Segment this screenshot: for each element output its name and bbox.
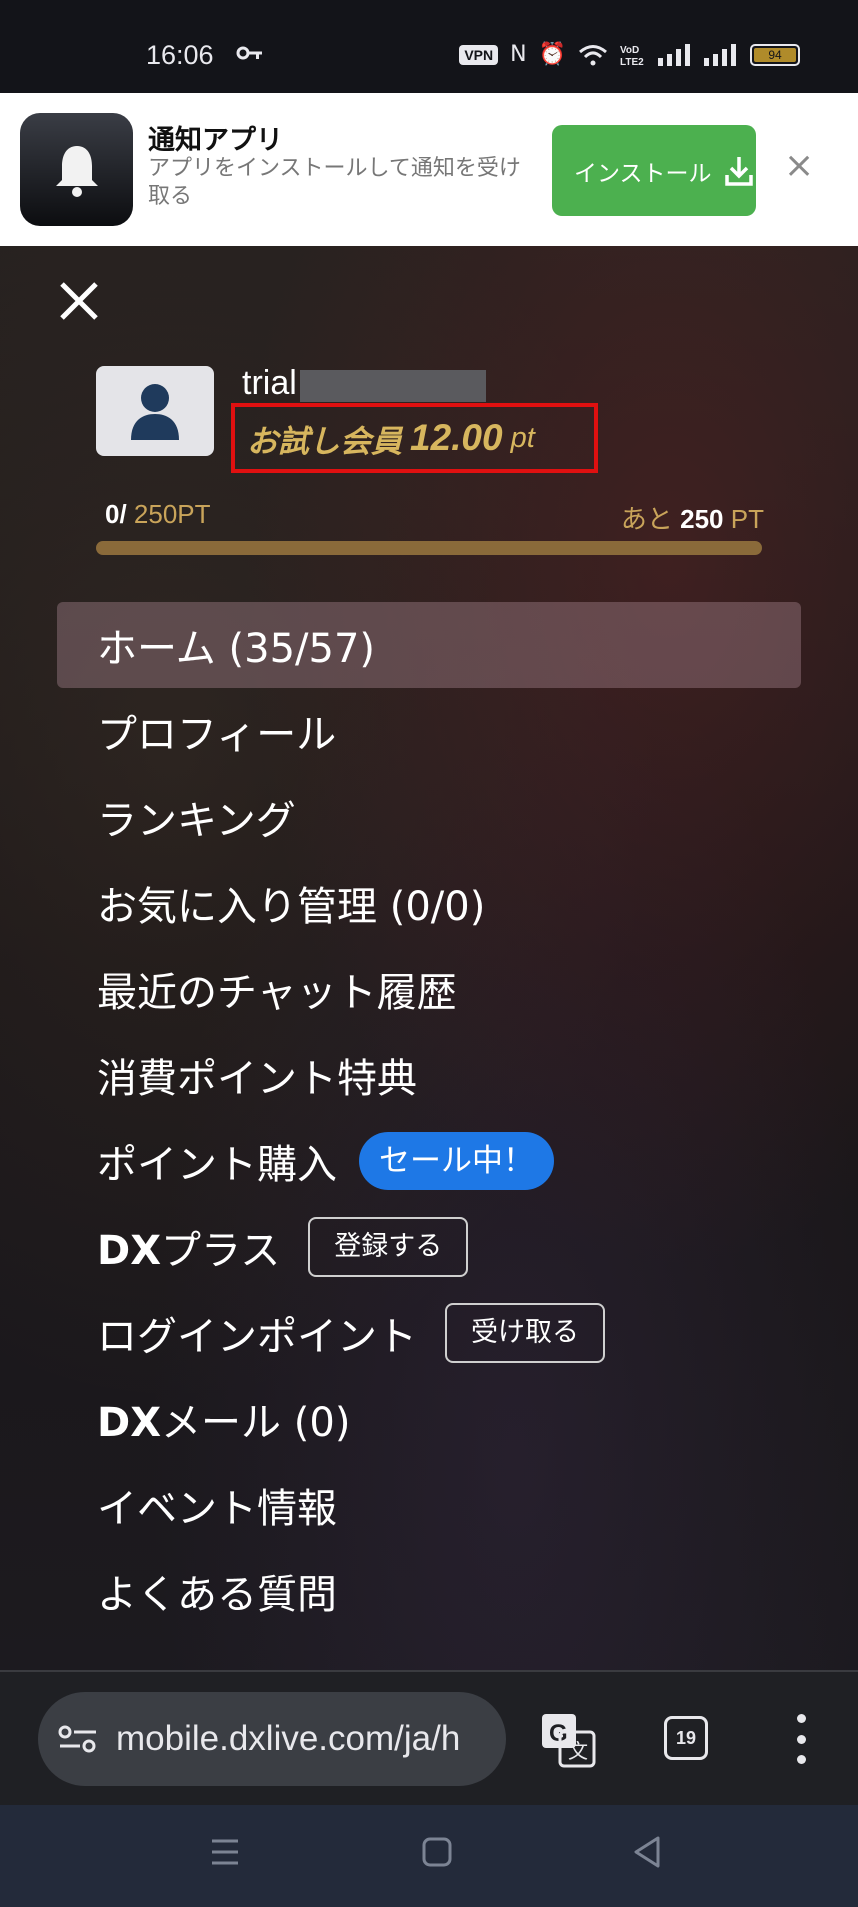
more-menu-button[interactable]: [790, 1714, 812, 1764]
dx-prefix: DX: [97, 1400, 162, 1446]
system-nav-bar: [0, 1805, 858, 1907]
remaining-prefix: あと: [620, 504, 673, 534]
progress-target: 250PT: [133, 499, 211, 529]
dot: [796, 1714, 806, 1723]
signal-icon-2: [704, 43, 736, 66]
dot: [796, 1734, 806, 1744]
menu-item-dx-plus[interactable]: DXプラス 登録する: [57, 1204, 801, 1290]
download-icon: [724, 156, 753, 186]
menu-item-profile[interactable]: プロフィール: [57, 688, 801, 774]
remaining-unit: PT: [730, 504, 764, 534]
vpn-icon: VPN: [459, 44, 499, 65]
menu-item-label: ポイント購入: [97, 1142, 337, 1188]
battery-level: 94: [754, 47, 796, 62]
bell-icon: [55, 145, 98, 197]
volte-icon: VoD LTE2: [620, 45, 644, 67]
drawer-menu: ホーム (35/57) プロフィール ランキング お気に入り管理 (0/0) 最…: [57, 602, 801, 1634]
status-time: 16:06: [146, 40, 214, 70]
user-icon: [131, 384, 179, 440]
points-value: 12.00: [410, 417, 503, 458]
address-bar[interactable]: mobile.dxlive.com/ja/h: [38, 1692, 506, 1786]
wifi-icon: [579, 44, 607, 65]
username-redaction: [300, 370, 486, 402]
close-icon[interactable]: [58, 280, 100, 322]
status-icons: VPN N ⏰ VoD LTE2 94: [459, 42, 800, 67]
app-icon[interactable]: [20, 113, 133, 226]
menu-item-login-point[interactable]: ログインポイント 受け取る: [57, 1290, 801, 1376]
membership-label: お試し会員: [247, 423, 402, 460]
menu-item-purchase[interactable]: ポイント購入 セール中！: [57, 1118, 801, 1204]
username: trial: [242, 364, 297, 402]
menu-item-label: 消費ポイント特典: [97, 1056, 417, 1102]
svg-text:LTE2: LTE2: [620, 57, 644, 67]
home-icon[interactable]: [421, 1835, 453, 1869]
install-button[interactable]: インストール: [552, 125, 756, 216]
signal-icon: [658, 43, 690, 66]
svg-text:VoD: VoD: [620, 45, 639, 56]
register-button[interactable]: 登録する: [308, 1217, 469, 1277]
install-banner: 通知アプリ アプリをインストールして通知を受け取る インストール ×: [0, 93, 858, 246]
alarm-icon: ⏰: [538, 42, 566, 67]
menu-item-recent-chat[interactable]: 最近のチャット履歴: [57, 946, 801, 1032]
menu-item-label: イベント情報: [97, 1486, 337, 1532]
tab-switcher-button[interactable]: 19: [664, 1716, 708, 1760]
menu-item-label: プロフィール: [97, 712, 337, 758]
avatar[interactable]: [96, 366, 214, 456]
battery-icon: 94: [750, 43, 800, 66]
menu-item-dx-mail[interactable]: DXメール (0): [57, 1376, 801, 1462]
banner-description: アプリをインストールして通知を受け取る: [148, 156, 521, 209]
menu-item-faq[interactable]: よくある質問: [57, 1548, 801, 1634]
status-bar: 16:06 VPN N ⏰ VoD LTE2 94: [0, 0, 858, 93]
menu-item-label: ホーム (35/57): [97, 626, 375, 672]
progress-current: 0/ 250PT: [105, 499, 211, 530]
side-drawer: trial お試し会員 12.00 pt 0/ 250PT あと 250 PT …: [0, 246, 858, 1670]
menu-item-events[interactable]: イベント情報: [57, 1462, 801, 1548]
points-balance: お試し会員 12.00 pt: [231, 403, 598, 473]
browser-toolbar: mobile.dxlive.com/ja/h G 文 19: [0, 1670, 858, 1805]
key-icon: [236, 46, 262, 60]
back-icon[interactable]: [632, 1835, 662, 1869]
menu-item-home[interactable]: ホーム (35/57): [57, 602, 801, 688]
dx-plus-suffix: プラス: [161, 1228, 281, 1274]
dot: [796, 1755, 806, 1764]
translate-icon[interactable]: G 文: [540, 1712, 596, 1768]
site-settings-icon[interactable]: [58, 1724, 98, 1754]
dx-mail-suffix: メール (0): [161, 1400, 351, 1446]
svg-text:文: 文: [568, 1739, 588, 1763]
menu-item-points-benefit[interactable]: 消費ポイント特典: [57, 1032, 801, 1118]
menu-item-label: DXメール (0): [97, 1390, 350, 1448]
receive-button[interactable]: 受け取る: [445, 1303, 605, 1363]
nfc-icon: N: [510, 42, 527, 67]
progress-remaining: あと 250 PT: [621, 499, 764, 536]
menu-item-label: よくある質問: [97, 1572, 337, 1618]
progress-bar: [96, 541, 762, 555]
sale-badge[interactable]: セール中！: [359, 1132, 554, 1190]
dx-prefix: DX: [97, 1228, 162, 1274]
recents-icon[interactable]: [210, 1835, 240, 1869]
menu-item-favorites[interactable]: お気に入り管理 (0/0): [57, 860, 801, 946]
url-text: mobile.dxlive.com/ja/h: [116, 1719, 461, 1758]
progress-current-value: 0/: [105, 499, 127, 529]
banner-title: 通知アプリ: [148, 125, 283, 156]
menu-item-label: ランキング: [97, 798, 296, 844]
install-button-label: インストール: [574, 160, 712, 187]
banner-close-button[interactable]: ×: [784, 148, 814, 184]
menu-item-ranking[interactable]: ランキング: [57, 774, 801, 860]
remaining-value: 250: [680, 504, 724, 534]
menu-item-label: 最近のチャット履歴: [97, 970, 457, 1016]
points-unit: pt: [510, 421, 535, 454]
menu-item-label: ログインポイント: [97, 1314, 417, 1360]
menu-item-label: お気に入り管理 (0/0): [97, 884, 486, 930]
menu-item-label: DXプラス: [97, 1218, 280, 1276]
